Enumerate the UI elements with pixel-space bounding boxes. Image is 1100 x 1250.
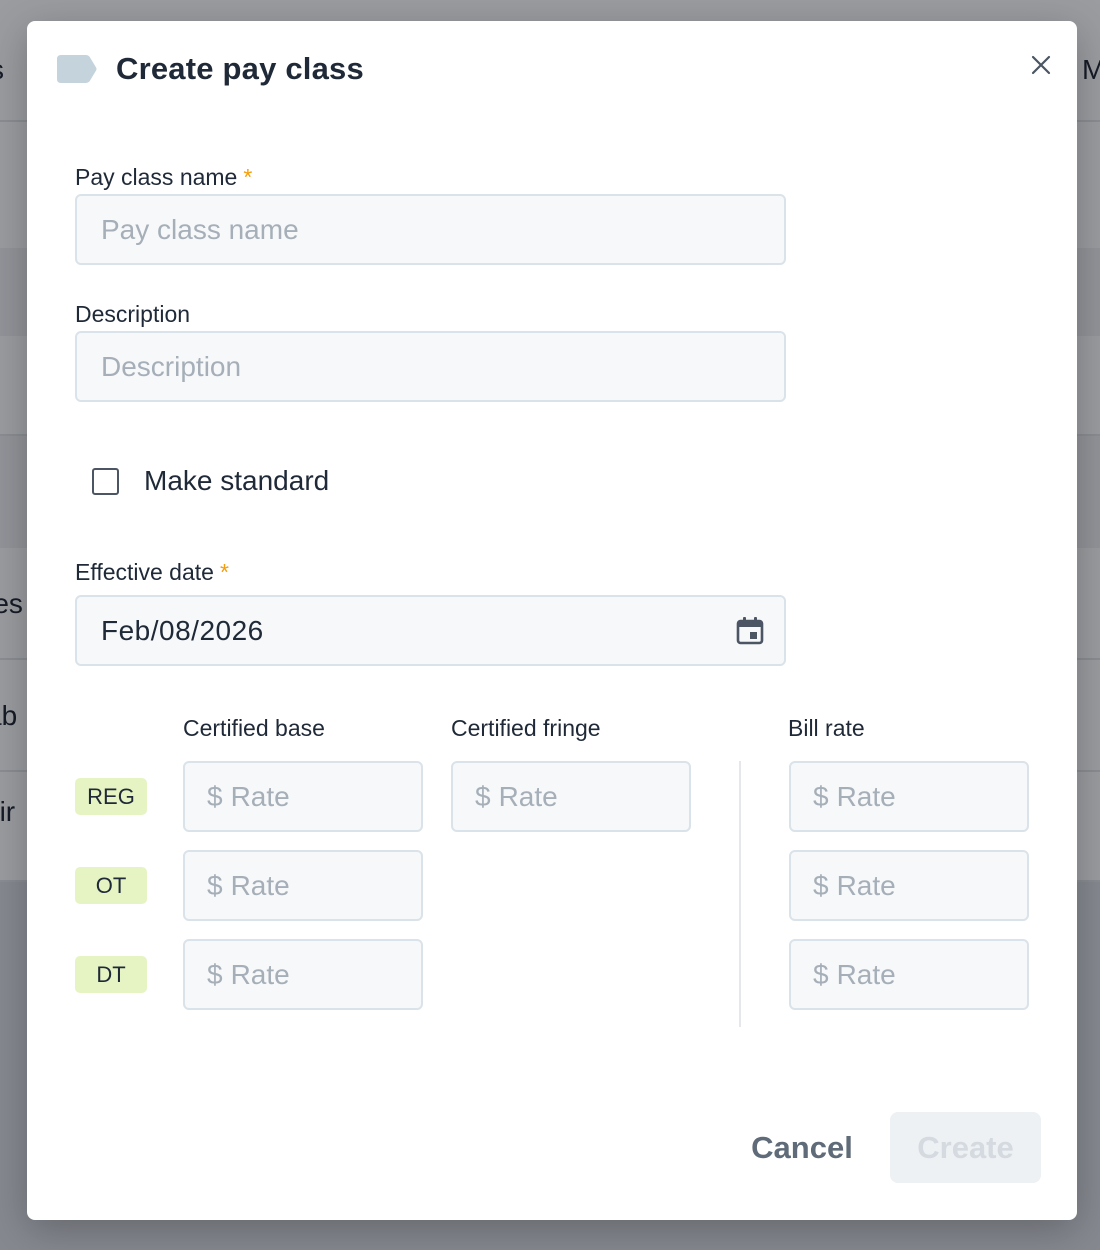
effective-date-label: Effective date *	[75, 559, 229, 586]
dollar-sign: $	[207, 780, 223, 812]
badge-ot: OT	[75, 867, 147, 904]
dollar-sign: $	[207, 958, 223, 990]
required-marker: *	[219, 559, 229, 585]
dt-certified-base-input[interactable]: $ Rate	[183, 939, 423, 1010]
calendar-icon[interactable]	[734, 615, 766, 647]
badge-reg: REG	[75, 778, 147, 815]
dialog-header: Create pay class	[57, 49, 364, 89]
rate-placeholder: Rate	[230, 958, 290, 990]
bill-rate-divider	[739, 761, 741, 1027]
required-marker: *	[243, 164, 253, 190]
rate-placeholder: Rate	[836, 869, 896, 901]
rate-placeholder: Rate	[230, 869, 290, 901]
dialog-title: Create pay class	[116, 51, 364, 86]
badge-dt: DT	[75, 956, 147, 993]
description-label: Description	[75, 301, 191, 327]
dollar-sign: $	[813, 780, 829, 812]
rate-placeholder: Rate	[230, 780, 290, 812]
description-input[interactable]	[75, 331, 786, 402]
reg-bill-rate-input[interactable]: $ Rate	[789, 761, 1029, 832]
make-standard-row[interactable]: Make standard	[92, 465, 329, 497]
column-header-certified-base: Certified base	[183, 715, 325, 741]
make-standard-checkbox[interactable]	[92, 467, 119, 495]
effective-date-input[interactable]: Feb/08/2026	[75, 595, 786, 666]
tag-icon	[57, 55, 97, 83]
pay-class-name-label: Pay class name *	[75, 164, 252, 191]
dollar-sign: $	[813, 869, 829, 901]
pay-class-name-input[interactable]	[75, 194, 786, 265]
effective-date-value: Feb/08/2026	[101, 614, 264, 646]
make-standard-label: Make standard	[144, 465, 330, 496]
reg-certified-base-input[interactable]: $ Rate	[183, 761, 423, 832]
create-pay-class-dialog: Create pay class Pay class name* Descrip…	[27, 21, 1077, 1220]
pay-class-name-label-text: Pay class name	[75, 164, 238, 190]
ot-certified-base-input[interactable]: $ Rate	[183, 850, 423, 921]
rate-placeholder: Rate	[498, 780, 558, 812]
create-button[interactable]: Create	[890, 1112, 1041, 1183]
close-button[interactable]	[1029, 53, 1053, 77]
close-icon	[1031, 55, 1051, 75]
dollar-sign: $	[475, 780, 491, 812]
rate-placeholder: Rate	[836, 958, 896, 990]
cancel-button[interactable]: Cancel	[732, 1113, 872, 1183]
dollar-sign: $	[813, 958, 829, 990]
effective-date-label-text: Effective date	[75, 559, 214, 585]
column-header-certified-fringe: Certified fringe	[451, 715, 601, 741]
ot-bill-rate-input[interactable]: $ Rate	[789, 850, 1029, 921]
dollar-sign: $	[207, 869, 223, 901]
dt-bill-rate-input[interactable]: $ Rate	[789, 939, 1029, 1010]
rate-placeholder: Rate	[836, 780, 896, 812]
reg-certified-fringe-input[interactable]: $ Rate	[451, 761, 691, 832]
column-header-bill-rate: Bill rate	[788, 715, 865, 741]
